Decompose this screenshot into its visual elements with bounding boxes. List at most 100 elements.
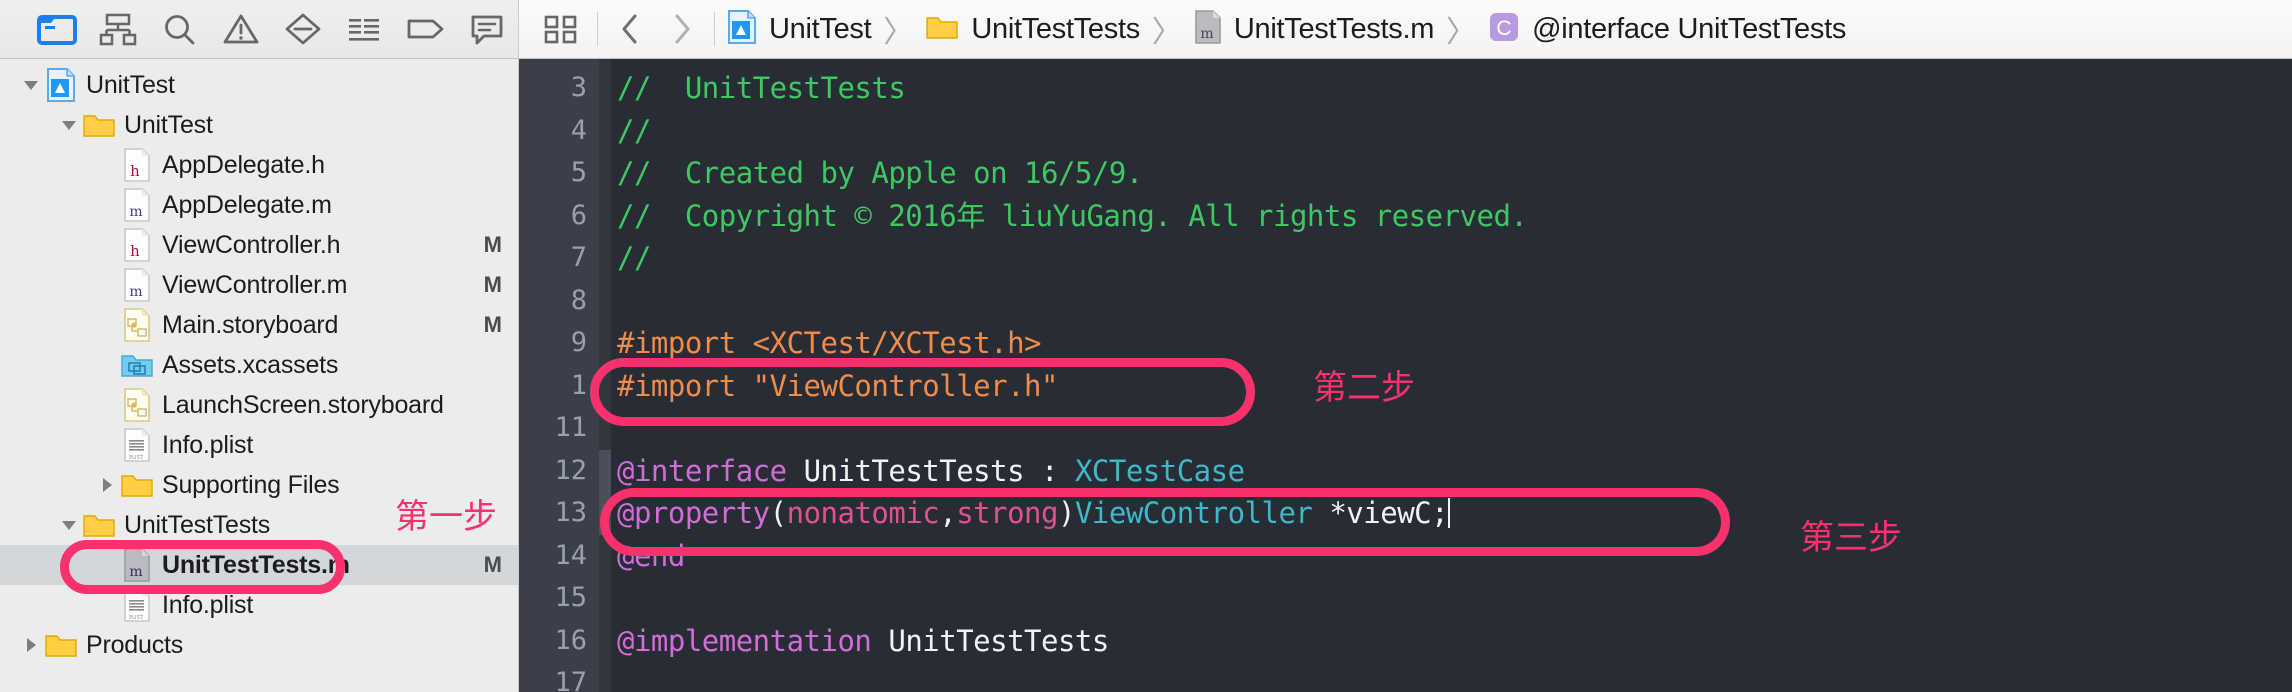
navigator-row-label: Products [86,630,184,659]
navigator-row-label: AppDelegate.h [162,150,325,179]
twisty-down-icon[interactable] [56,116,82,134]
storyboard-file-icon [120,307,154,343]
navigator-row-unittest[interactable]: UnitTest [0,105,518,145]
project-navigator-icon[interactable] [26,6,88,52]
plist-file-icon: PLIST [120,587,154,623]
back-button[interactable] [604,0,656,58]
edge-marker [599,110,611,153]
navigator-row-products[interactable]: Products [0,625,518,665]
hierarchy-navigator-icon[interactable] [88,6,150,52]
navigator-row-viewcontroller-h[interactable]: h ViewController.h M [0,225,518,265]
jump-bar-divider-1 [597,12,598,46]
edge-marker [599,195,611,238]
code-line[interactable] [611,280,2292,323]
twisty-right-icon[interactable] [18,636,44,654]
breadcrumb-item-file[interactable]: m UnitTestTests.m [1188,0,1440,58]
project-navigator[interactable]: UnitTest UnitTest h AppDelegate.h m AppDelega… [0,59,519,692]
navigator-row-main-storyboard[interactable]: Main.storyboard M [0,305,518,345]
navigator-row-launchscreen-storyboard[interactable]: LaunchScreen.storyboard [0,385,518,425]
code-token: ( [769,496,787,530]
navigator-row-assets-xcassets[interactable]: Assets.xcassets [0,345,518,385]
navigator-row-label: Info.plist [162,590,254,619]
code-line[interactable] [611,577,2292,620]
status-badge: M [483,232,502,257]
editor-edge-bar [599,59,611,692]
twisty-down-icon[interactable] [56,516,82,534]
test-navigator-icon[interactable] [272,6,334,52]
edge-marker [599,407,611,450]
edge-marker [599,492,611,535]
line-number: 3 [570,72,587,103]
status-badge: M [483,272,502,297]
navigator-row-unittesttests-m[interactable]: m UnitTestTests.m M [0,545,518,585]
navigator-row-label: Main.storyboard [162,310,339,339]
code-token: : [1041,453,1075,488]
code-line[interactable]: @implementation UnitTestTests [611,620,2292,663]
navigator-row-label: ViewController.h [162,230,341,259]
svg-text:m: m [129,284,142,300]
header-h-file-icon: h [120,147,154,183]
related-items-icon[interactable] [531,0,591,58]
navigator-row-appdelegate-m[interactable]: m AppDelegate.m [0,185,518,225]
code-line[interactable]: // UnitTestTests [611,67,2292,110]
code-line[interactable]: // Created by Apple on 16/5/9. [611,152,2292,195]
folder-icon [82,511,116,539]
forward-button[interactable] [656,0,708,58]
code-area[interactable]: // UnitTestTests // // Created by Apple on… [611,59,2292,692]
navigator-row-viewcontroller-m[interactable]: m ViewController.m M [0,265,518,305]
edge-marker [599,280,611,323]
twisty-down-icon[interactable] [18,76,44,94]
code-line[interactable] [611,662,2292,692]
code-token: ) [1057,496,1075,530]
line-number: 8 [570,284,587,316]
code-token: // Copyright © 2016年 liuYuGang. All righ… [617,198,1528,233]
navigator-row-info-plist[interactable]: PLIST Info.plist [0,425,518,465]
xcode-project-icon [727,9,757,50]
breadcrumb-item-symbol[interactable]: C @interface UnitTestTests [1482,0,1852,58]
code-line[interactable]: #import <XCTest/XCTest.h> [611,322,2292,365]
folder-icon [120,471,154,499]
navigator-row-info-plist[interactable]: PLIST Info.plist [0,585,518,625]
svg-text:m: m [129,564,142,580]
header-h-file-icon: h [120,227,154,263]
breadcrumb-item-group[interactable]: UnitTestTests [919,0,1146,58]
line-number: 16 [554,624,587,656]
edge-marker [599,620,611,663]
code-token: @property [617,496,770,530]
plist-file-icon: PLIST [120,427,154,463]
code-line[interactable]: // Copyright © 2016年 liuYuGang. All righ… [611,195,2292,238]
navigator-row-unittest[interactable]: UnitTest [0,65,518,105]
objc-m-file-icon: m [1194,9,1222,50]
edge-marker [599,662,611,692]
code-line[interactable]: // [611,237,2292,280]
edge-marker [599,535,611,578]
code-line[interactable] [611,407,2292,450]
edge-marker [599,152,611,195]
line-number: 15 [554,582,587,613]
code-line[interactable]: #import "ViewController.h" [611,365,2292,408]
twisty-right-icon[interactable] [94,476,120,494]
search-navigator-icon[interactable] [149,6,211,52]
xcassets-icon [120,351,154,379]
code-token: #import <XCTest/XCTest.h> [617,326,1042,360]
code-token: *viewC; [1312,496,1449,530]
breakpoint-navigator-icon[interactable] [395,6,457,52]
navigator-row-label: AppDelegate.m [162,190,332,219]
report-navigator-icon[interactable] [457,6,519,52]
xcode-window: UnitTest 〉 UnitTestTests 〉 m UnitTestTes… [0,0,2292,692]
code-line[interactable]: // [611,110,2292,153]
navigator-row-appdelegate-h[interactable]: h AppDelegate.h [0,145,518,185]
debug-navigator-icon[interactable] [334,6,396,52]
code-line[interactable]: @end [611,535,2292,578]
line-number: 12 [554,454,587,486]
text-cursor [1448,498,1451,528]
code-line[interactable]: @property(nonatomic,strong)ViewControlle… [611,492,2292,535]
svg-text:PLIST: PLIST [129,615,143,621]
breadcrumb-item-project[interactable]: UnitTest [721,0,877,58]
edge-marker [599,365,611,408]
code-token: #import "ViewController.h" [617,368,1058,403]
issue-navigator-icon[interactable] [211,6,273,52]
breadcrumb-label-group: UnitTestTests [971,12,1140,45]
breadcrumb-label-project: UnitTest [769,12,872,45]
code-line[interactable]: @interface UnitTestTests : XCTestCase [611,450,2292,493]
